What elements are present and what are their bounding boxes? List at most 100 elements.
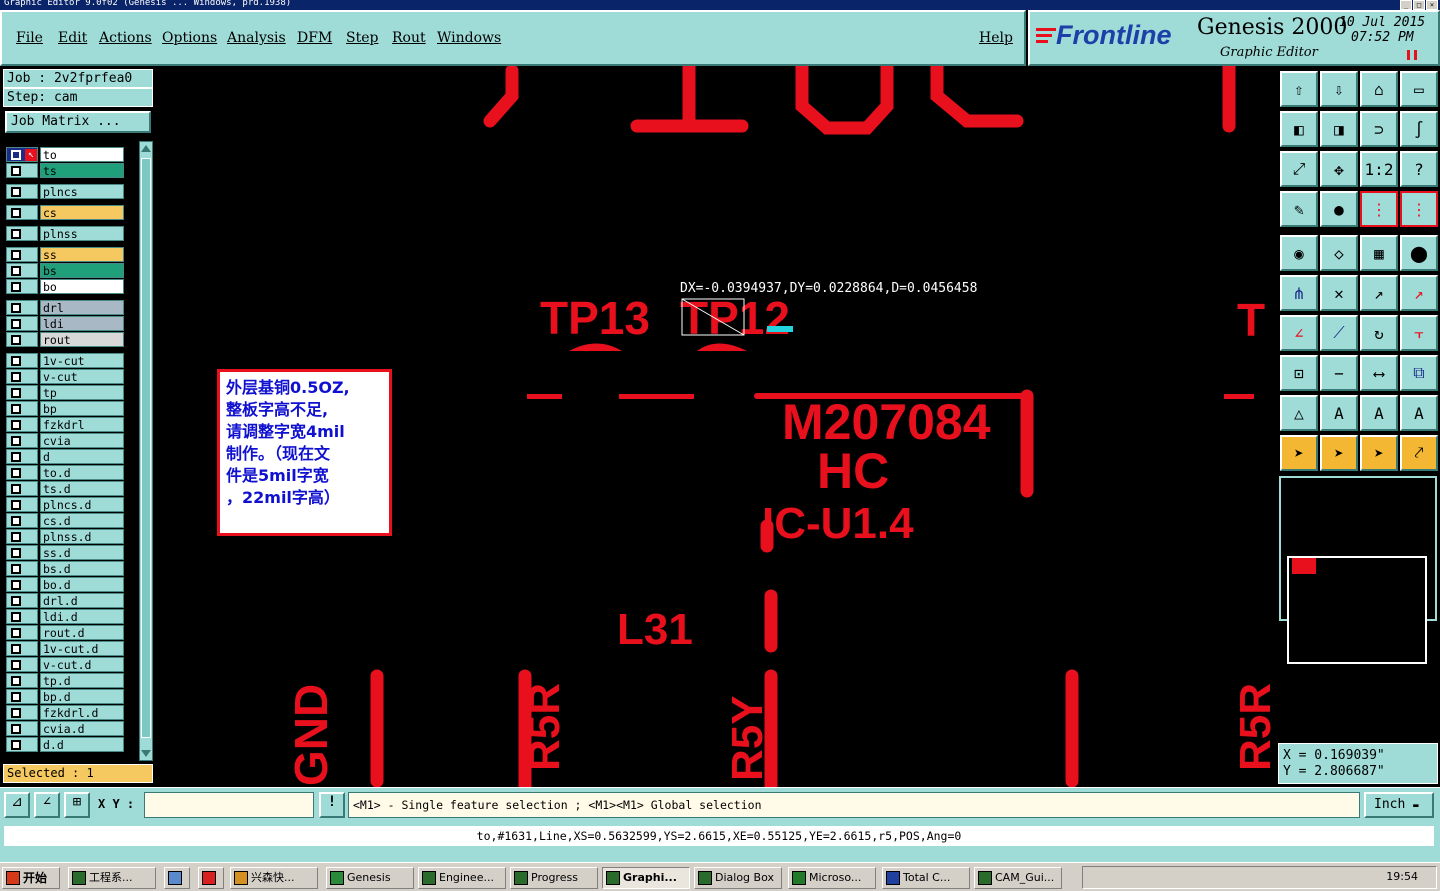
layer-row[interactable]: d: [6, 449, 124, 464]
minimize-button[interactable]: _: [1400, 0, 1412, 10]
rotate-icon[interactable]: ↻: [1360, 315, 1398, 351]
snap-icon[interactable]: ⊿: [4, 792, 30, 818]
layer-name[interactable]: ss.d: [40, 545, 124, 560]
checkbox-icon[interactable]: [11, 724, 21, 734]
layer-checkbox[interactable]: [6, 433, 38, 448]
layer-row[interactable]: v-cut: [6, 369, 124, 384]
layer-row[interactable]: bo.d: [6, 577, 124, 592]
layer-up-icon[interactable]: ⇧: [1280, 71, 1318, 107]
job-matrix-button[interactable]: Job Matrix ...: [5, 111, 151, 133]
layer-checkbox[interactable]: [6, 205, 38, 220]
layer-checkbox[interactable]: [6, 401, 38, 416]
layer-scrollbar[interactable]: [139, 141, 153, 761]
layer-name[interactable]: plncs.d: [40, 497, 124, 512]
close-button[interactable]: ×: [1426, 0, 1438, 10]
task-item[interactable]: CAM_Gui...: [974, 867, 1062, 889]
menu-help[interactable]: Help: [979, 30, 1013, 46]
layer-checkbox[interactable]: [6, 529, 38, 544]
layer-row[interactable]: bp.d: [6, 689, 124, 704]
layer-checkbox[interactable]: [6, 593, 38, 608]
checkbox-icon[interactable]: [11, 564, 21, 574]
selected-feature-highlight[interactable]: [767, 326, 793, 332]
layer-name[interactable]: ldi: [40, 316, 124, 331]
layer-name[interactable]: d.d: [40, 737, 124, 752]
menu-windows[interactable]: Windows: [437, 30, 501, 46]
layer-checkbox[interactable]: [6, 247, 38, 262]
xy-input[interactable]: [144, 792, 314, 818]
checkbox-icon[interactable]: [11, 420, 21, 430]
checkbox-icon[interactable]: [11, 166, 21, 176]
silk-tp-partial[interactable]: T: [1237, 294, 1265, 346]
layer-row[interactable]: plncs.d: [6, 497, 124, 512]
task-quick-icon[interactable]: [164, 867, 190, 889]
layer-name[interactable]: ldi.d: [40, 609, 124, 624]
checkbox-icon[interactable]: [11, 596, 21, 606]
task-item-active[interactable]: Graphi...: [602, 867, 690, 889]
layer-name[interactable]: to: [40, 147, 124, 162]
layer-row[interactable]: drl: [6, 300, 124, 315]
units-dropdown[interactable]: Inch ▬: [1364, 792, 1434, 818]
select-icon[interactable]: ➤: [1280, 435, 1318, 471]
layer-name[interactable]: ss: [40, 247, 124, 262]
layer-name[interactable]: v-cut: [40, 369, 124, 384]
layer-checkbox[interactable]: [6, 689, 38, 704]
menu-file[interactable]: File: [16, 30, 43, 46]
layer-row[interactable]: fzkdrl: [6, 417, 124, 432]
layer-checkbox[interactable]: [6, 417, 38, 432]
triangle-icon[interactable]: △: [1280, 395, 1318, 431]
checkbox-icon[interactable]: [11, 208, 21, 218]
layer-checkbox[interactable]: [6, 385, 38, 400]
square-icon[interactable]: ⊡: [1280, 355, 1318, 391]
layer-row[interactable]: cs.d: [6, 513, 124, 528]
overview-viewport[interactable]: [1292, 558, 1316, 574]
layer-name[interactable]: drl.d: [40, 593, 124, 608]
layer-name[interactable]: cvia.d: [40, 721, 124, 736]
checkbox-icon[interactable]: [11, 250, 21, 260]
layer-checkbox[interactable]: [6, 577, 38, 592]
layer-name[interactable]: fzkdrl.d: [40, 705, 124, 720]
layer-row[interactable]: tp.d: [6, 673, 124, 688]
checkbox-icon[interactable]: [11, 628, 21, 638]
checkbox-icon[interactable]: [11, 356, 21, 366]
group-icon[interactable]: ⧉: [1400, 355, 1438, 391]
arrow-up-icon[interactable]: ↗: [1360, 275, 1398, 311]
grid-icon[interactable]: ⊞: [64, 792, 90, 818]
net-alt-icon[interactable]: ⋮: [1400, 191, 1438, 227]
checkbox-icon[interactable]: [11, 708, 21, 718]
select-multi-icon[interactable]: ⤤: [1400, 435, 1438, 471]
window-icon[interactable]: ▭: [1400, 71, 1438, 107]
layer-name[interactable]: fzkdrl: [40, 417, 124, 432]
dot-icon[interactable]: ⬤: [1400, 235, 1438, 271]
checkbox-icon[interactable]: [11, 692, 21, 702]
layer-checkbox[interactable]: [6, 279, 38, 294]
menu-actions[interactable]: Actions: [99, 30, 152, 46]
checkbox-icon[interactable]: [11, 676, 21, 686]
line-angle-icon[interactable]: ∠: [1280, 315, 1318, 351]
checkbox-icon[interactable]: [11, 484, 21, 494]
layer-row[interactable]: bs: [6, 263, 124, 278]
layer-row[interactable]: cvia: [6, 433, 124, 448]
checkbox-icon[interactable]: [11, 303, 21, 313]
layer-name[interactable]: drl: [40, 300, 124, 315]
layer-name[interactable]: bo: [40, 279, 124, 294]
layer-name[interactable]: ts.d: [40, 481, 124, 496]
layer-down-icon[interactable]: ⇩: [1320, 71, 1358, 107]
triangle-c-icon[interactable]: A: [1400, 395, 1438, 431]
layer-name[interactable]: 1v-cut.d: [40, 641, 124, 656]
layer-checkbox[interactable]: [6, 721, 38, 736]
silk-r5y[interactable]: R5Y: [723, 695, 772, 781]
layer-row[interactable]: cvia.d: [6, 721, 124, 736]
layer-checkbox[interactable]: [6, 369, 38, 384]
layer-row[interactable]: ts.d: [6, 481, 124, 496]
arrow-red-icon[interactable]: ↗: [1400, 275, 1438, 311]
menu-dfm[interactable]: DFM: [297, 30, 332, 46]
layer-name[interactable]: to.d: [40, 465, 124, 480]
layer-row[interactable]: rout.d: [6, 625, 124, 640]
layer-checkbox[interactable]: [6, 263, 38, 278]
task-quick-icon[interactable]: [198, 867, 224, 889]
task-item[interactable]: 兴森快...: [230, 867, 318, 889]
checkbox-icon[interactable]: [11, 612, 21, 622]
flip-icon[interactable]: ⊃: [1360, 111, 1398, 147]
layer-checkbox[interactable]: [6, 332, 38, 347]
checkbox-icon[interactable]: [11, 229, 21, 239]
